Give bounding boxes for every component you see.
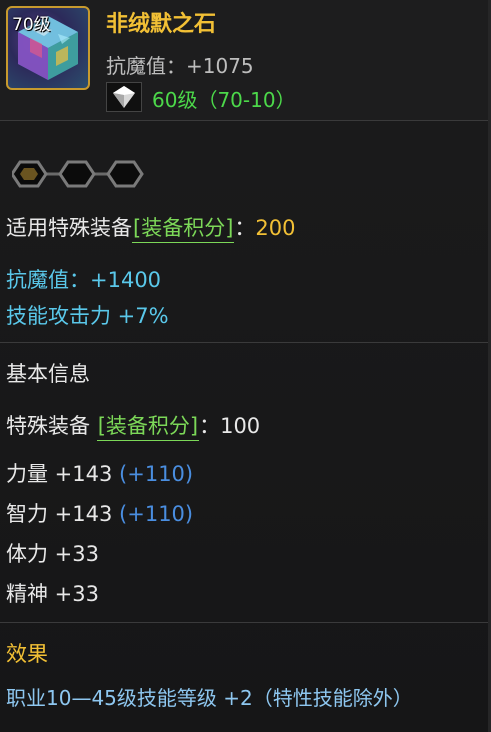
applicable-score-value: 200 [255, 216, 296, 240]
equipment-score-tag[interactable]: [装备积分] [132, 212, 235, 243]
header-divider [0, 120, 491, 121]
diamond-icon [106, 82, 142, 112]
stat-label: 智力 +143 [6, 502, 113, 526]
socket-slots-icon [10, 160, 144, 188]
stat-extra: (+110) [119, 502, 194, 526]
bonus-magic-resist: 抗魔值：+1400 [6, 268, 162, 292]
item-name: 非绒默之石 [106, 12, 217, 37]
stat-spirit: 精神 +33 [6, 578, 99, 608]
applicable-prefix: 适用特殊装备 [6, 216, 132, 240]
item-tooltip: 70级 非绒默之石 抗魔值：+1075 60级（70-10） 适用特殊装备[装备… [0, 0, 491, 732]
section-divider [0, 342, 491, 343]
stat-intelligence: 智力 +143 (+110) [6, 498, 193, 528]
special-equipment-colon: ： [199, 414, 221, 438]
special-equipment-prefix: 特殊装备 [6, 414, 90, 438]
stat-vitality: 体力 +33 [6, 538, 99, 568]
section-divider [0, 622, 491, 623]
effect-heading: 效果 [6, 642, 48, 666]
tooltip-header: 70级 非绒默之石 抗魔值：+1075 60级（70-10） [0, 0, 491, 120]
special-equipment-line: 特殊装备 [装备积分]：100 [6, 410, 260, 441]
ghost-text [280, 130, 286, 154]
socket-row [10, 154, 146, 198]
stat-strength: 力量 +143 (+110) [6, 458, 193, 488]
stat-label: 精神 +33 [6, 582, 99, 606]
applicable-equipment-line: 适用特殊装备[装备积分]：200 [6, 212, 295, 243]
stat-label: 体力 +33 [6, 542, 99, 566]
equipment-score-tag[interactable]: [装备积分] [96, 410, 200, 441]
stat-extra: (+110) [119, 462, 194, 486]
basic-info-heading: 基本信息 [6, 362, 90, 386]
effect-text: 职业10—45级技能等级 +2（特性技能除外） [6, 686, 413, 710]
special-equipment-value: 100 [220, 414, 261, 438]
applicable-colon: ： [234, 216, 256, 240]
item-base-stat: 抗魔值：+1075 [106, 54, 254, 78]
bonus-skill-attack: 技能攻击力 +7% [6, 304, 169, 328]
level-requirement: 60级（70-10） [152, 88, 296, 112]
stat-label: 力量 +143 [6, 462, 113, 486]
stone-item-icon[interactable]: 70级 [6, 6, 90, 90]
item-level-badge: 70级 [12, 15, 51, 35]
